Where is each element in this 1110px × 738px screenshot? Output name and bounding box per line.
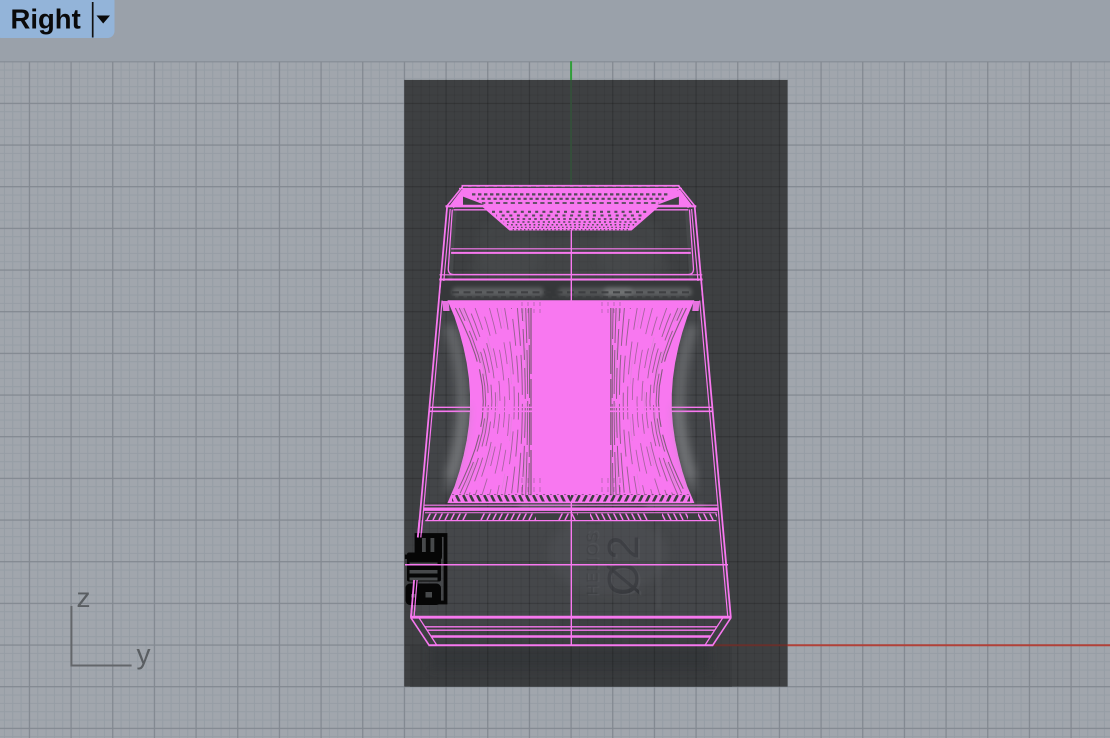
svg-text:Right: Right — [11, 4, 81, 35]
svg-text:z: z — [77, 582, 91, 613]
svg-text:y: y — [137, 639, 151, 670]
